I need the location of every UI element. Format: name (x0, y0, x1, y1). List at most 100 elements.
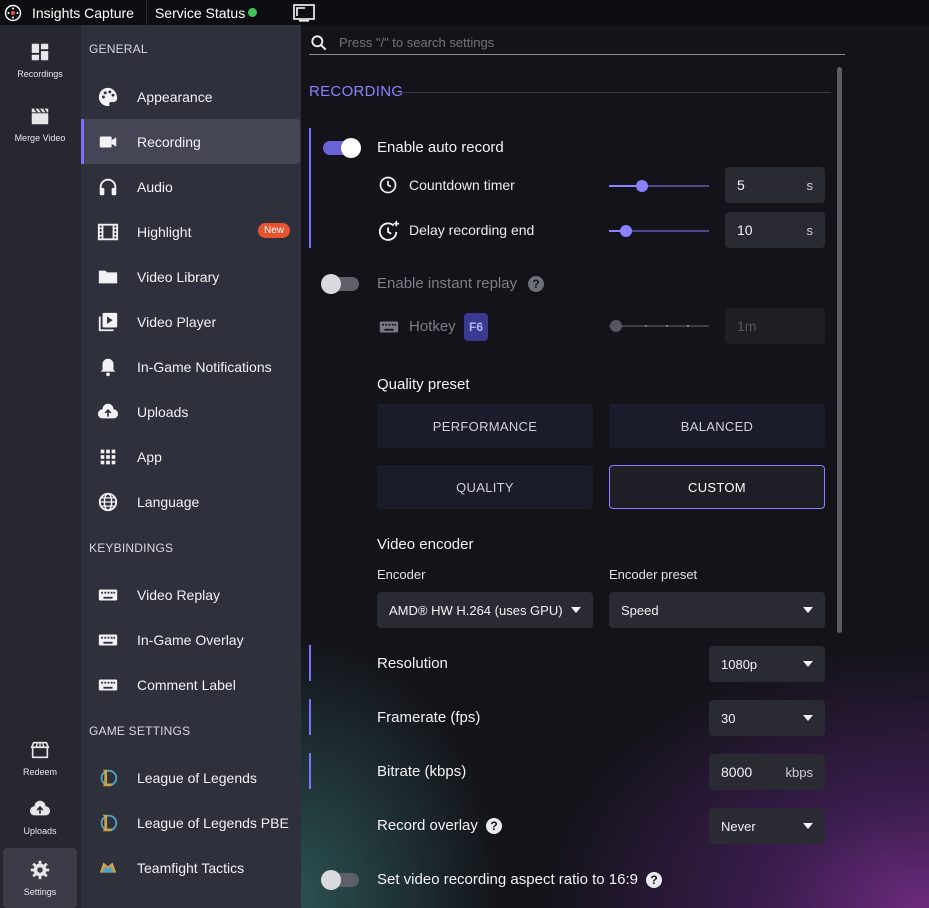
group-accent-bar (309, 753, 311, 789)
framerate-value: 30 (721, 710, 736, 726)
replay-length-slider[interactable] (609, 320, 709, 332)
nav-item-label: Teamfight Tactics (137, 859, 245, 876)
countdown-input[interactable]: 5 s (725, 167, 825, 203)
preset-performance-button[interactable]: PERFORMANCE (377, 404, 593, 448)
record-overlay-label: Record overlay (377, 817, 478, 834)
nav-item-language[interactable]: Language (81, 479, 300, 524)
film-icon (97, 223, 119, 240)
help-icon[interactable]: ? (646, 872, 662, 888)
nav-item-recording[interactable]: Recording (81, 119, 300, 164)
rail-item-redeem[interactable]: Redeem (3, 728, 77, 788)
slider-thumb[interactable] (610, 320, 622, 332)
rail-item-label: Merge Video (14, 133, 66, 143)
aspect-ratio-toggle[interactable] (321, 870, 359, 890)
nav-item-label: In-Game Overlay (137, 631, 244, 648)
resolution-select[interactable]: 1080p (709, 646, 825, 682)
palette-icon (98, 87, 118, 106)
slider-thumb[interactable] (620, 225, 632, 237)
replay-length-value: 1m (737, 318, 757, 334)
help-icon[interactable]: ? (528, 276, 544, 292)
replay-length-input[interactable]: 1m (725, 308, 825, 344)
delay-end-label: Delay recording end (409, 222, 535, 238)
video-encoder-title: Video encoder (377, 536, 474, 553)
nav-item-label: League of Legends PBE (137, 814, 289, 831)
teamfight-tactics-icon (99, 862, 117, 873)
preset-custom-button[interactable]: CUSTOM (609, 465, 825, 509)
resolution-value: 1080p (721, 656, 758, 672)
preset-balanced-button[interactable]: BALANCED (609, 404, 825, 448)
nav-item-app[interactable]: App (81, 434, 300, 479)
timer-plus-icon (378, 220, 400, 241)
slider-thumb[interactable] (636, 180, 648, 192)
delay-end-input[interactable]: 10 s (725, 212, 825, 248)
preset-quality-button[interactable]: QUALITY (377, 465, 593, 509)
encoder-value: AMD® HW H.264 (uses GPU) (389, 602, 563, 618)
app-title: Insights Capture (32, 4, 134, 21)
nav-item-highlight[interactable]: Highlight New (81, 209, 300, 254)
rail-item-label: Settings (23, 887, 57, 897)
bitrate-input[interactable]: 8000 kbps (709, 754, 825, 790)
toggle-knob (321, 870, 341, 890)
resolution-label: Resolution (377, 655, 448, 672)
rail-item-settings[interactable]: Settings (3, 848, 77, 908)
encoder-preset-select[interactable]: Speed (609, 592, 825, 628)
record-overlay-select[interactable]: Never (709, 808, 825, 844)
nav-item-league-of-legends-pbe[interactable]: League of Legends PBE (81, 800, 300, 845)
delay-end-slider[interactable] (609, 225, 709, 237)
nav-item-video-replay[interactable]: Video Replay (81, 572, 300, 617)
nav-item-label: League of Legends (137, 769, 257, 786)
scrollbar[interactable] (837, 67, 842, 633)
search-input[interactable] (339, 35, 819, 50)
slider-tick (687, 325, 689, 327)
chevron-down-icon (803, 715, 813, 721)
group-accent-bar (309, 645, 311, 681)
auto-record-label: Enable auto record (377, 139, 504, 156)
nav-item-league-of-legends[interactable]: League of Legends (81, 755, 300, 800)
nav-item-video-library[interactable]: Video Library (81, 254, 300, 299)
rail-item-label: Uploads (23, 826, 57, 836)
instant-replay-label: Enable instant replay (377, 275, 518, 292)
countdown-label: Countdown timer (409, 177, 515, 193)
rail-item-merge-video[interactable]: Merge Video (3, 94, 77, 154)
nav-item-appearance[interactable]: Appearance (81, 74, 300, 119)
clock-icon (379, 176, 397, 194)
framerate-select[interactable]: 30 (709, 700, 825, 736)
gear-icon (30, 860, 50, 880)
dashboard-icon (31, 43, 49, 61)
nav-item-teamfight-tactics[interactable]: Teamfight Tactics (81, 845, 300, 890)
quality-preset-label: Quality preset (377, 376, 470, 393)
search-bar[interactable] (309, 31, 845, 55)
instant-replay-toggle[interactable] (321, 274, 359, 294)
nav-item-audio[interactable]: Audio (81, 164, 300, 209)
record-overlay-value: Never (721, 818, 756, 834)
service-status-label[interactable]: Service Status (155, 5, 245, 21)
help-icon[interactable]: ? (486, 818, 502, 834)
nav-item-comment-label[interactable]: Comment Label (81, 662, 300, 707)
slider-tick (666, 325, 668, 327)
nav-item-label: App (137, 448, 162, 465)
countdown-slider[interactable] (609, 180, 709, 192)
nav-item-uploads[interactable]: Uploads (81, 389, 300, 434)
title-bar: Insights Capture Service Status (0, 0, 929, 25)
nav-item-in-game-overlay[interactable]: In-Game Overlay (81, 617, 300, 662)
cloud-upload-icon (29, 800, 51, 816)
hotkey-key[interactable]: F6 (464, 313, 488, 341)
nav-header-game-settings: GAME SETTINGS (89, 724, 191, 738)
auto-record-toggle[interactable] (323, 138, 361, 158)
encoder-preset-label: Encoder preset (609, 567, 698, 582)
screen-capture-icon[interactable] (293, 3, 316, 22)
service-status-dot (248, 8, 258, 17)
nav-item-in-game-notifications[interactable]: In-Game Notifications (81, 344, 300, 389)
nav-item-video-player[interactable]: Video Player (81, 299, 300, 344)
nav-header-keybindings: KEYBINDINGS (89, 541, 174, 555)
section-divider (399, 92, 831, 93)
encoder-select[interactable]: AMD® HW H.264 (uses GPU) (377, 592, 593, 628)
rail-item-uploads[interactable]: Uploads (3, 787, 77, 847)
rail-item-label: Redeem (22, 767, 58, 777)
clapperboard-icon (31, 108, 49, 125)
rail-item-recordings[interactable]: Recordings (3, 30, 77, 90)
app-logo-icon (4, 4, 22, 21)
framerate-label: Framerate (fps) (377, 709, 481, 726)
chevron-down-icon (803, 823, 813, 829)
nav-item-label: Video Library (137, 268, 220, 285)
